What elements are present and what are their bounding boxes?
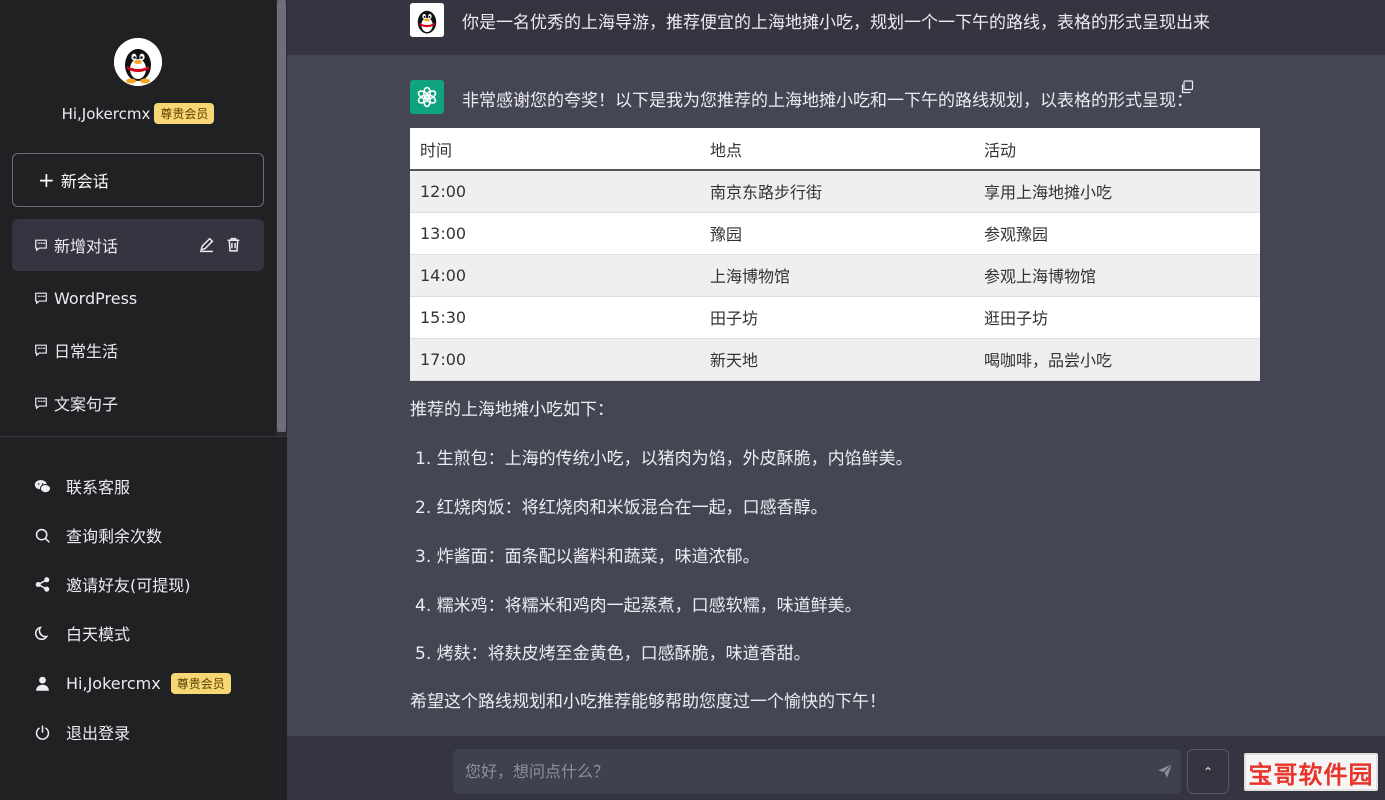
input-area: ⌃ 宝哥软件园 — [287, 736, 1385, 800]
scroll-up-button[interactable]: ⌃ — [1187, 749, 1229, 794]
list-item: 5. 烤麸：将麸皮烤至金黄色，口感酥脆，味道香甜。 — [415, 644, 811, 664]
menu-label: 退出登录 — [66, 724, 131, 743]
menu-contact-support[interactable]: 联系客服 — [34, 472, 130, 500]
chevron-up-icon: ⌃ — [1202, 764, 1214, 779]
list-item: 2. 红烧肉饭：将红烧肉和米饭混合在一起，口感香醇。 — [415, 498, 828, 518]
sidebar: Hi,Jokercmx 尊贵会员 + 新会话 新增对话 WordPress 日常生… — [0, 0, 287, 800]
table-cell: 17:00 — [410, 338, 700, 381]
assistant-intro-text: 非常感谢您的夸奖！以下是我为您推荐的上海地摊小吃和一下午的路线规划，以表格的形式… — [462, 91, 1193, 111]
table-cell: 参观豫园 — [974, 212, 1260, 255]
menu-label: Hi,Jokercmx — [66, 673, 161, 693]
sidebar-scrollbar[interactable] — [276, 0, 287, 436]
table-cell: 逛田子坊 — [974, 296, 1260, 339]
table-cell: 新天地 — [700, 338, 974, 381]
table-cell: 12:00 — [410, 170, 700, 213]
list-item: 1. 生煎包：上海的传统小吃，以猪肉为馅，外皮酥脆，内馅鲜美。 — [415, 449, 913, 469]
scrollbar-thumb[interactable] — [277, 0, 286, 432]
menu-day-mode[interactable]: 白天模式 — [34, 619, 130, 647]
user-avatar — [410, 3, 444, 37]
table-header-activity: 活动 — [974, 128, 1260, 171]
assistant-avatar — [410, 80, 444, 114]
table-cell: 15:30 — [410, 296, 700, 339]
share-icon — [35, 576, 50, 592]
table-cell: 上海博物馆 — [700, 254, 974, 297]
conversation-item[interactable]: 日常生活 — [12, 324, 264, 376]
user-message: 你是一名优秀的上海导游，推荐便宜的上海地摊小吃，规划一个一下午的路线，表格的形式… — [287, 0, 1385, 55]
menu-label: 白天模式 — [66, 625, 131, 644]
conversation-label: 文案句子 — [54, 395, 119, 414]
conversation-item-active[interactable]: 新增对话 — [12, 219, 264, 271]
conversation-item[interactable]: WordPress — [12, 272, 264, 324]
sidebar-top: Hi,Jokercmx 尊贵会员 + 新会话 新增对话 WordPress 日常生… — [0, 0, 276, 436]
chat-main: 你是一名优秀的上海导游，推荐便宜的上海地摊小吃，规划一个一下午的路线，表格的形式… — [287, 0, 1385, 800]
edit-icon[interactable] — [198, 236, 215, 253]
table-cell: 参观上海博物馆 — [974, 254, 1260, 297]
greeting-text: Hi,Jokercmx — [61, 105, 151, 123]
new-chat-button[interactable]: + 新会话 — [12, 153, 264, 207]
table-cell: 南京东路步行街 — [700, 170, 974, 213]
conversation-label: 日常生活 — [54, 342, 119, 361]
sidebar-divider — [0, 436, 287, 437]
table-cell: 14:00 — [410, 254, 700, 297]
menu-invite-friends[interactable]: 邀请好友(可提现) — [34, 570, 191, 598]
table-row: 17:00 新天地 喝咖啡，品尝小吃 — [410, 338, 1260, 381]
send-icon[interactable] — [1157, 763, 1173, 779]
wechat-icon — [34, 479, 51, 493]
table-cell: 豫园 — [700, 212, 974, 255]
conversation-item[interactable]: 文案句子 — [12, 377, 264, 429]
user-greeting: Hi,Jokercmx 尊贵会员 — [0, 103, 276, 124]
menu-label: 联系客服 — [66, 478, 131, 497]
openai-logo-icon — [417, 86, 437, 108]
table-row: 12:00 南京东路步行街 享用上海地摊小吃 — [410, 170, 1260, 213]
search-icon — [35, 528, 50, 543]
conversation-label: WordPress — [54, 288, 138, 308]
table-row: 13:00 豫园 参观豫园 — [410, 212, 1260, 255]
table-header-place: 地点 — [700, 128, 974, 171]
chat-bubble-icon — [35, 344, 47, 357]
list-item: 4. 糯米鸡：将糯米和鸡肉一起蒸煮，口感软糯，味道鲜美。 — [415, 596, 862, 616]
conversation-label: 新增对话 — [54, 237, 119, 256]
trash-icon[interactable] — [225, 236, 242, 253]
table-cell: 享用上海地摊小吃 — [974, 170, 1260, 213]
menu-user-profile[interactable]: Hi,Jokercmx 尊贵会员 — [34, 669, 231, 697]
plus-icon: + — [38, 168, 55, 192]
new-chat-label: 新会话 — [60, 172, 109, 191]
itinerary-table: 时间 地点 活动 12:00 南京东路步行街 享用上海地摊小吃 13:00 豫园… — [410, 128, 1260, 381]
user-icon — [36, 676, 49, 691]
copy-icon[interactable] — [1180, 80, 1194, 94]
table-cell: 喝咖啡，品尝小吃 — [974, 338, 1260, 381]
penguin-icon — [410, 3, 444, 37]
menu-label: 邀请好友(可提现) — [66, 576, 191, 595]
penguin-icon — [114, 38, 162, 86]
table-row: 15:30 田子坊 逛田子坊 — [410, 296, 1260, 339]
avatar[interactable] — [114, 38, 162, 86]
user-message-text: 你是一名优秀的上海导游，推荐便宜的上海地摊小吃，规划一个一下午的路线，表格的形式… — [462, 13, 1210, 33]
closing-text: 希望这个路线规划和小吃推荐能够帮助您度过一个愉快的下午！ — [410, 692, 886, 712]
menu-logout[interactable]: 退出登录 — [34, 718, 130, 746]
chat-bubble-icon — [35, 239, 47, 252]
chat-bubble-icon — [35, 397, 47, 410]
vip-badge: 尊贵会员 — [170, 672, 231, 694]
menu-query-remaining[interactable]: 查询剩余次数 — [34, 521, 162, 549]
table-cell: 13:00 — [410, 212, 700, 255]
snack-list-intro: 推荐的上海地摊小吃如下： — [410, 400, 614, 420]
chat-bubble-icon — [35, 292, 47, 305]
table-header-row: 时间 地点 活动 — [410, 128, 1260, 171]
chat-input[interactable] — [453, 749, 1181, 794]
table-row: 14:00 上海博物馆 参观上海博物馆 — [410, 254, 1260, 297]
list-item: 3. 炸酱面：面条配以酱料和蔬菜，味道浓郁。 — [415, 547, 760, 567]
vip-badge: 尊贵会员 — [154, 103, 215, 124]
menu-label: 查询剩余次数 — [66, 527, 163, 546]
watermark: 宝哥软件园 — [1244, 753, 1378, 791]
table-header-time: 时间 — [410, 128, 700, 171]
power-icon — [35, 724, 50, 740]
moon-icon — [34, 625, 49, 640]
table-cell: 田子坊 — [700, 296, 974, 339]
